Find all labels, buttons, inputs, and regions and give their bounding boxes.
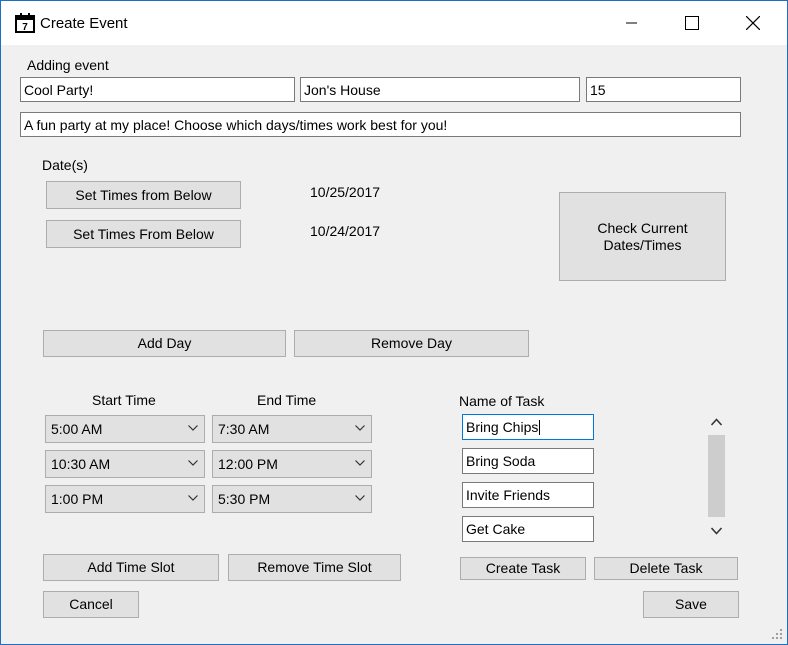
title-bar: 7 Create Event: [1, 1, 787, 45]
chevron-down-icon: [188, 460, 198, 466]
chevron-down-icon: [355, 425, 365, 431]
add-time-slot-button[interactable]: Add Time Slot: [43, 554, 219, 581]
end-time-value-2: 12:00 PM: [218, 456, 278, 472]
task-name-header: Name of Task: [459, 393, 545, 409]
resize-grip-icon[interactable]: [771, 628, 783, 640]
calendar-icon-number: 7: [22, 22, 28, 33]
text-caret: [539, 420, 541, 435]
task-field-1[interactable]: Bring Chips: [462, 414, 594, 440]
calendar-icon: 7: [15, 13, 35, 33]
remove-day-button[interactable]: Remove Day: [294, 330, 529, 357]
start-time-value-3: 1:00 PM: [51, 491, 104, 507]
task-field-3[interactable]: Invite Friends: [462, 482, 594, 508]
end-time-select-3[interactable]: 5:30 PM: [212, 485, 372, 513]
end-time-select-2[interactable]: 12:00 PM: [212, 450, 372, 478]
event-description-field[interactable]: A fun party at my place! Choose which da…: [20, 112, 741, 137]
cancel-button[interactable]: Cancel: [43, 591, 139, 618]
close-button[interactable]: [730, 1, 776, 45]
end-time-select-1[interactable]: 7:30 AM: [212, 415, 372, 443]
task-field-4[interactable]: Get Cake: [462, 516, 594, 542]
scroll-up-icon[interactable]: [711, 418, 722, 426]
task-field-2[interactable]: Bring Soda: [462, 448, 594, 474]
event-name-field[interactable]: Cool Party!: [20, 77, 295, 102]
start-time-select-1[interactable]: 5:00 AM: [45, 415, 205, 443]
date-value-2: 10/24/2017: [310, 223, 381, 239]
chevron-down-icon: [355, 495, 365, 501]
start-time-select-3[interactable]: 1:00 PM: [45, 485, 205, 513]
save-button[interactable]: Save: [643, 591, 739, 618]
scroll-thumb[interactable]: [708, 435, 725, 517]
end-time-value-3: 5:30 PM: [218, 491, 271, 507]
chevron-down-icon: [355, 460, 365, 466]
create-task-button[interactable]: Create Task: [460, 557, 586, 580]
remove-time-slot-button[interactable]: Remove Time Slot: [228, 554, 401, 581]
task-text-1: Bring Chips: [466, 419, 539, 435]
chevron-down-icon: [188, 495, 198, 501]
minimize-button[interactable]: [609, 1, 655, 45]
set-times-button-1[interactable]: Set Times from Below: [46, 181, 241, 209]
delete-task-button[interactable]: Delete Task: [594, 557, 738, 580]
event-capacity-field[interactable]: 15: [586, 77, 741, 102]
start-time-value-2: 10:30 AM: [51, 456, 111, 472]
scroll-down-icon[interactable]: [711, 527, 722, 535]
add-day-button[interactable]: Add Day: [43, 330, 286, 357]
adding-event-label: Adding event: [27, 57, 109, 73]
start-time-select-2[interactable]: 10:30 AM: [45, 450, 205, 478]
minimize-icon: [626, 22, 637, 24]
dates-label: Date(s): [42, 157, 88, 173]
task-scrollbar[interactable]: [706, 411, 727, 543]
end-time-header: End Time: [257, 392, 317, 408]
window-title: Create Event: [40, 15, 128, 32]
chevron-down-icon: [188, 425, 198, 431]
check-current-dates-button[interactable]: Check Current Dates/Times: [559, 192, 726, 281]
maximize-button[interactable]: [669, 1, 715, 45]
start-time-header: Start Time: [92, 392, 156, 408]
date-value-1: 10/25/2017: [310, 184, 381, 200]
maximize-icon: [685, 16, 699, 30]
end-time-value-1: 7:30 AM: [218, 421, 270, 437]
start-time-value-1: 5:00 AM: [51, 421, 103, 437]
set-times-button-2[interactable]: Set Times From Below: [46, 220, 241, 248]
create-event-window: 7 Create Event Adding event Cool Party! …: [0, 0, 788, 645]
close-icon: [746, 16, 760, 30]
event-location-field[interactable]: Jon's House: [300, 77, 580, 102]
